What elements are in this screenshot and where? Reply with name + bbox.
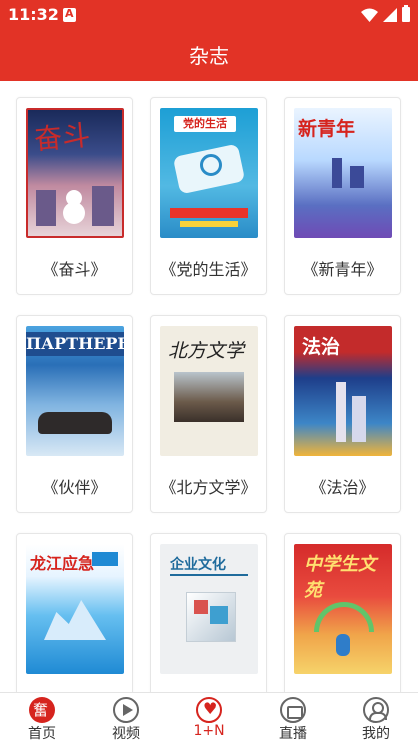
- magazine-cover[interactable]: 企业文化: [160, 544, 258, 674]
- magazine-cover[interactable]: 党的生活: [160, 108, 258, 238]
- status-time: 11:32: [8, 5, 59, 24]
- cover-title: 法治: [302, 336, 341, 358]
- magazine-card-fazhi[interactable]: 法治 《法治》: [284, 315, 401, 513]
- magazine-title: 《新青年》: [302, 260, 383, 279]
- nav-label: 1+N: [193, 723, 225, 739]
- nav-item-home[interactable]: 首页: [0, 693, 84, 744]
- wifi-icon: [361, 8, 378, 22]
- magazine-title: 《法治》: [310, 478, 375, 497]
- nav-label: 视频: [112, 726, 140, 742]
- cover-title: 奋斗: [32, 118, 92, 157]
- magazine-cover[interactable]: 奋斗: [26, 108, 124, 238]
- magazine-card-fendou[interactable]: 奋斗 《奋斗》: [16, 97, 133, 295]
- cover-title: 党的生活: [174, 116, 236, 132]
- cover-title: 北方文学: [168, 340, 245, 362]
- magazine-cover[interactable]: 中学生文苑: [294, 544, 392, 674]
- heart-icon: [196, 697, 222, 723]
- magazine-card-xinqingnian[interactable]: 新青年 《新青年》: [284, 97, 401, 295]
- top-bar: 11:32 杂志: [0, 0, 418, 81]
- cover-title: 新青年: [298, 118, 356, 140]
- magazine-card-dangdeshenghuo[interactable]: 党的生活 《党的生活》: [150, 97, 267, 295]
- magazine-title: 《北方文学》: [160, 478, 257, 497]
- camera-icon: [280, 697, 306, 723]
- magazine-cover[interactable]: 新青年: [294, 108, 392, 238]
- cover-title: 中学生文苑: [304, 554, 376, 601]
- page-title: 杂志: [189, 44, 229, 68]
- nav-label: 我的: [362, 726, 390, 742]
- nav-item-video[interactable]: 视频: [84, 693, 168, 744]
- magazine-cover[interactable]: 龙江应急: [26, 544, 124, 674]
- magazine-title: 《党的生活》: [160, 260, 257, 279]
- bottom-nav: 首页 视频 1+N 直播 我的: [0, 692, 418, 744]
- status-icons: [361, 5, 410, 22]
- nav-item-live[interactable]: 直播: [251, 693, 335, 744]
- battery-icon: [402, 5, 410, 22]
- magazine-title: 《奋斗》: [42, 260, 107, 279]
- cover-title: 企业文化: [170, 557, 226, 573]
- status-bar: 11:32: [0, 0, 418, 30]
- magazine-cover[interactable]: 北方文学: [160, 326, 258, 456]
- cover-title: ПАРТНЕРЫ: [26, 332, 124, 356]
- cover-title: 龙江应急: [30, 554, 95, 573]
- magazine-card-huoban[interactable]: ПАРТНЕРЫ 《伙伴》: [16, 315, 133, 513]
- signal-icon: [383, 7, 397, 22]
- magazine-cover[interactable]: 法治: [294, 326, 392, 456]
- magazine-title: 《伙伴》: [42, 478, 107, 497]
- play-icon: [113, 697, 139, 723]
- user-icon: [363, 697, 389, 723]
- nav-label: 直播: [279, 726, 307, 742]
- magazine-grid: 奋斗 《奋斗》 党的生活 《党的生活》 新青年 《新青年》 ПАРТНЕРЫ 《…: [16, 97, 402, 731]
- home-logo-icon: [29, 697, 55, 723]
- nav-item-1n[interactable]: 1+N: [167, 693, 251, 744]
- nav-item-mine[interactable]: 我的: [334, 693, 418, 744]
- magazine-cover[interactable]: ПАРТНЕРЫ: [26, 326, 124, 456]
- sim-card-icon: [63, 7, 76, 22]
- nav-label: 首页: [28, 726, 56, 742]
- magazine-card-beifangwenxue[interactable]: 北方文学 《北方文学》: [150, 315, 267, 513]
